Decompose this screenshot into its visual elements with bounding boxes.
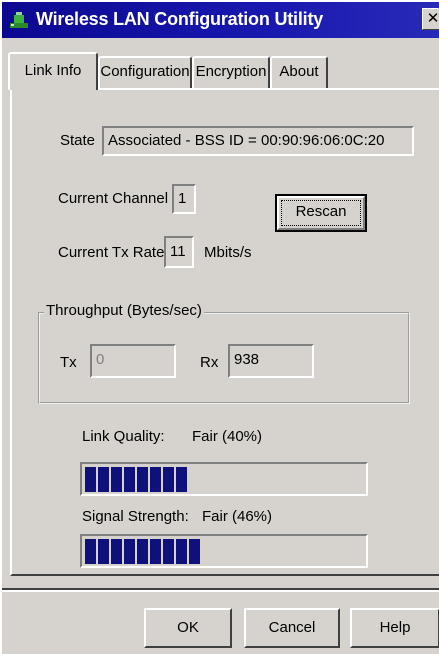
ok-button[interactable]: OK	[144, 608, 232, 648]
signal-strength-segment	[163, 539, 174, 564]
rx-field: 938	[228, 344, 314, 378]
tab-label: Configuration	[100, 63, 190, 80]
tab-encryption[interactable]: Encryption	[192, 56, 270, 88]
link-quality-segment	[176, 467, 187, 492]
tx-label: Tx	[60, 354, 77, 371]
link-quality-bar	[80, 462, 368, 496]
network-adapter-icon	[10, 12, 28, 28]
title-bar[interactable]: Wireless LAN Configuration Utility	[2, 2, 439, 38]
signal-strength-segment	[189, 539, 200, 564]
throughput-title: Throughput (Bytes/sec)	[44, 302, 204, 319]
close-button[interactable]: ✕	[422, 8, 439, 30]
link-quality-segment	[163, 467, 174, 492]
link-quality-segment	[111, 467, 122, 492]
channel-field: 1	[172, 184, 196, 214]
tab-label: Link Info	[24, 62, 82, 79]
signal-strength-bar	[80, 534, 368, 568]
help-button[interactable]: Help	[350, 608, 439, 648]
signal-strength-segment	[85, 539, 96, 564]
rx-label: Rx	[200, 354, 219, 371]
signal-strength-segment	[176, 539, 187, 564]
cancel-button[interactable]: Cancel	[244, 608, 340, 648]
signal-strength-segment	[124, 539, 135, 564]
close-icon: ✕	[426, 10, 439, 27]
divider	[2, 588, 439, 592]
link-quality-segment	[85, 467, 96, 492]
ok-label: OK	[177, 619, 199, 636]
help-label: Help	[379, 619, 411, 636]
tab-link-info[interactable]: Link Info	[8, 52, 98, 90]
link-quality-label: Link Quality:	[82, 428, 165, 445]
tab-label: About	[279, 63, 319, 80]
wlan-config-window: Wireless LAN Configuration Utility ✕ Lin…	[0, 0, 439, 654]
channel-label: Current Channel	[58, 190, 169, 207]
signal-strength-segment	[137, 539, 148, 564]
link-info-panel: State Associated - BSS ID = 00:90:96:06:…	[10, 88, 439, 576]
state-field: Associated - BSS ID = 00:90:96:06:0C:20	[102, 126, 414, 156]
tx-field: 0	[90, 344, 176, 378]
rescan-button[interactable]: Rescan	[275, 194, 367, 232]
link-quality-value: Fair (40%)	[192, 428, 263, 445]
signal-strength-segment	[111, 539, 122, 564]
window-title: Wireless LAN Configuration Utility	[36, 9, 324, 29]
signal-strength-segment	[150, 539, 161, 564]
link-quality-segment	[124, 467, 135, 492]
tab-label: Encryption	[195, 63, 267, 80]
state-label: State	[60, 132, 96, 149]
signal-strength-label: Signal Strength:	[82, 508, 189, 525]
link-quality-segment	[137, 467, 148, 492]
link-quality-segment	[150, 467, 161, 492]
tab-about[interactable]: About	[270, 56, 328, 88]
signal-strength-segment	[98, 539, 109, 564]
link-quality-segment	[98, 467, 109, 492]
tab-configuration[interactable]: Configuration	[98, 56, 192, 88]
tx-rate-unit: Mbits/s	[204, 244, 252, 261]
cancel-label: Cancel	[268, 619, 316, 636]
signal-strength-value: Fair (46%)	[202, 508, 273, 525]
tx-rate-field: 11	[164, 236, 194, 268]
tx-rate-label: Current Tx Rate	[58, 244, 165, 261]
rescan-label: Rescan	[295, 203, 347, 220]
